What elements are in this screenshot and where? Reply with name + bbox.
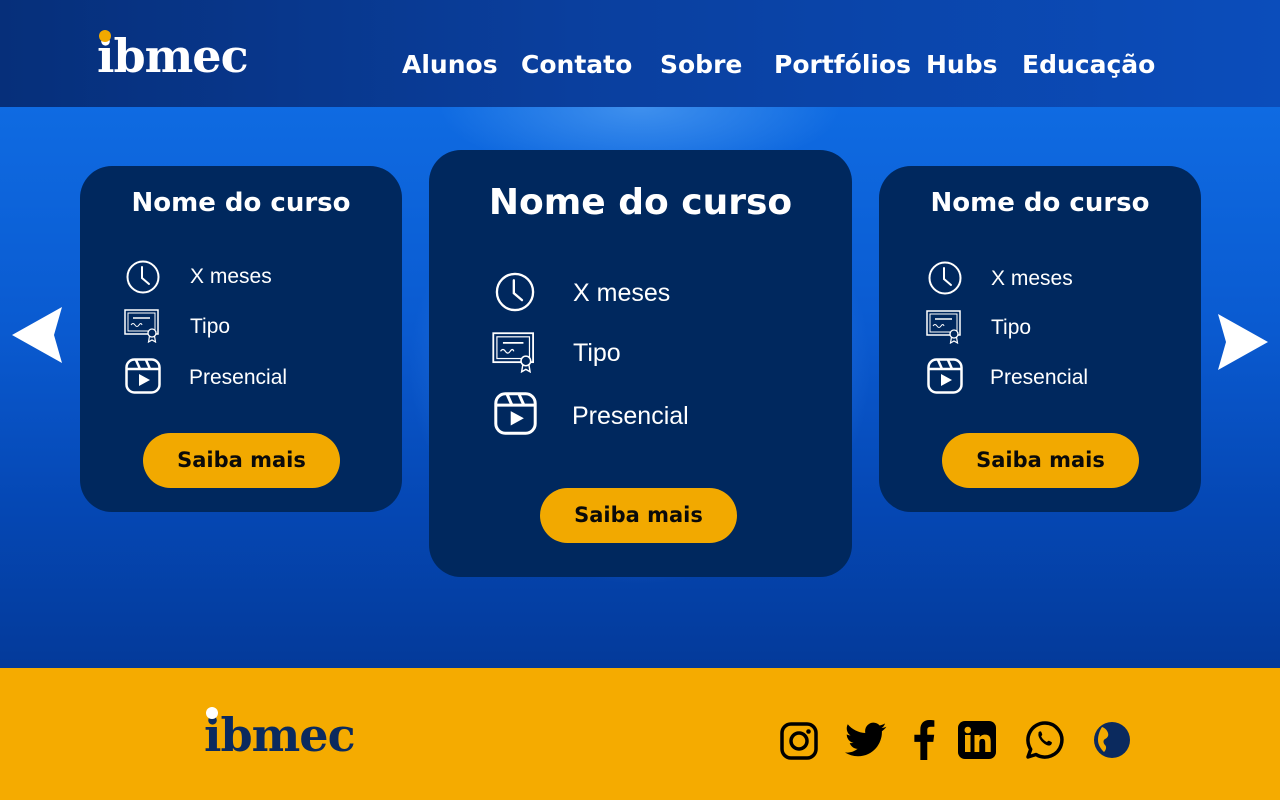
course-mode: Presencial: [189, 366, 288, 389]
certificate-icon: [926, 310, 961, 344]
twitter-icon[interactable]: [845, 722, 887, 758]
certificate-icon: [124, 309, 159, 343]
course-card-2: Nome do curso X meses Tipo Presencial Sa…: [429, 150, 852, 577]
clock-icon: [126, 260, 160, 294]
nav-item-hubs[interactable]: Hubs: [926, 50, 998, 79]
video-play-icon: [494, 392, 537, 435]
nav-item-contato[interactable]: Contato: [521, 50, 632, 79]
nav-item-sobre[interactable]: Sobre: [660, 50, 742, 79]
footer-logo[interactable]: ibmec: [204, 706, 384, 764]
instagram-icon[interactable]: [780, 722, 818, 760]
site-header: ibmec Alunos Contato Sobre Portfólios Hu…: [0, 0, 1280, 107]
arrow-right-icon[interactable]: [1216, 312, 1270, 372]
course-mode: Presencial: [572, 402, 689, 430]
video-play-icon: [125, 358, 161, 394]
course-title: Nome do curso: [930, 188, 1150, 218]
site-footer: [0, 668, 1280, 800]
course-type: Tipo: [190, 315, 231, 338]
learn-more-button[interactable]: Saiba mais: [540, 488, 737, 543]
course-title: Nome do curso: [131, 188, 351, 218]
clock-icon: [928, 261, 962, 295]
logo-dot: [206, 707, 218, 719]
course-card-3: Nome do curso X meses Tipo Presencial Sa…: [879, 166, 1201, 512]
clock-icon: [495, 272, 535, 312]
video-play-icon: [927, 358, 963, 394]
header-logo[interactable]: ibmec: [97, 28, 267, 84]
course-type: Tipo: [991, 316, 1032, 339]
nav-item-educacao[interactable]: Educação: [1022, 50, 1155, 79]
facebook-icon[interactable]: [912, 720, 936, 760]
course-card-1: Nome do curso X meses Tipo Presencial Sa…: [80, 166, 402, 512]
globe-icon[interactable]: [1093, 721, 1131, 759]
course-duration: X meses: [991, 267, 1073, 290]
nav-item-alunos[interactable]: Alunos: [402, 50, 498, 79]
course-title: Nome do curso: [488, 182, 793, 223]
course-mode: Presencial: [990, 366, 1089, 389]
arrow-left-icon[interactable]: [10, 305, 64, 365]
certificate-icon: [492, 332, 534, 373]
course-type: Tipo: [573, 339, 621, 367]
logo-dot: [99, 30, 111, 42]
learn-more-button[interactable]: Saiba mais: [942, 433, 1139, 488]
whatsapp-icon[interactable]: [1025, 720, 1065, 760]
nav-item-portfolios[interactable]: Portfólios: [774, 50, 911, 79]
learn-more-button[interactable]: Saiba mais: [143, 433, 340, 488]
course-duration: X meses: [573, 279, 671, 307]
linkedin-icon[interactable]: [958, 721, 996, 759]
course-duration: X meses: [190, 265, 272, 288]
